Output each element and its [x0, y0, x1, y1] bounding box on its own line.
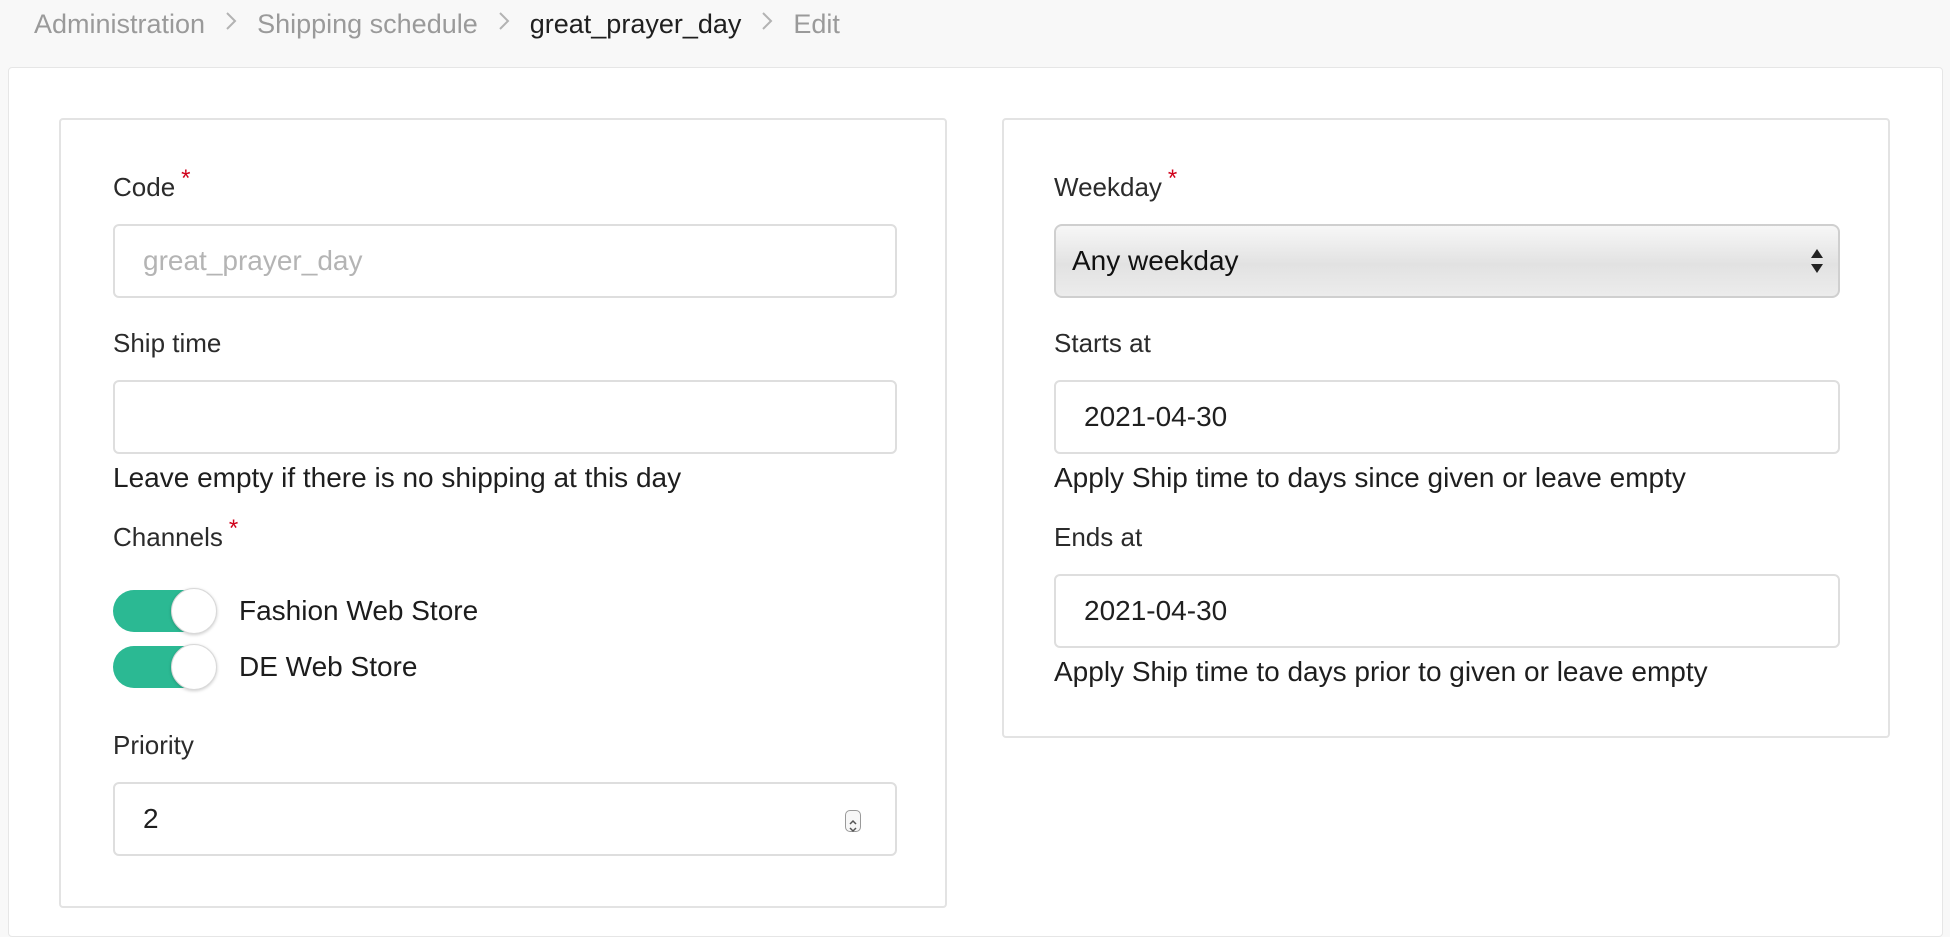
- fashion-web-store-toggle[interactable]: [113, 588, 217, 634]
- de-web-store-toggle[interactable]: [113, 644, 217, 690]
- ends-at-label: Ends at: [1054, 522, 1143, 552]
- channel-label: DE Web Store: [239, 651, 418, 682]
- starts-at-field[interactable]: 2021-04-30: [1054, 380, 1840, 454]
- toggle-knob: [171, 644, 217, 690]
- left-form-panel: Code * great_prayer_day Ship time Leave e…: [59, 118, 947, 908]
- ends-at-field[interactable]: 2021-04-30: [1054, 574, 1840, 648]
- select-arrows-icon: [1810, 246, 1824, 276]
- ship-time-label: Ship time: [113, 328, 222, 358]
- chevron-right-icon: [478, 10, 530, 38]
- right-form-panel: Weekday * Any weekday Starts at 2021-04-3…: [1002, 118, 1890, 738]
- channels-label: Channels *: [113, 515, 239, 552]
- code-field: great_prayer_day: [113, 224, 897, 298]
- channel-toggle-row: Fashion Web Store: [113, 588, 479, 634]
- priority-label: Priority: [113, 730, 194, 760]
- toggle-knob: [171, 588, 217, 634]
- required-mark: *: [1167, 165, 1178, 192]
- starts-at-label: Starts at: [1054, 328, 1151, 358]
- form-container: Code * great_prayer_day Ship time Leave e…: [8, 67, 1943, 937]
- stepper-icon[interactable]: [845, 810, 861, 833]
- starts-at-help: Apply Ship time to days since given or l…: [1054, 462, 1686, 493]
- breadcrumb-edit: Edit: [793, 8, 840, 39]
- chevron-right-icon: [205, 10, 257, 38]
- code-label: Code *: [113, 165, 191, 202]
- ends-at-value: 2021-04-30: [1084, 595, 1228, 626]
- breadcrumb: Administration Shipping schedule great_p…: [34, 0, 840, 48]
- code-value: great_prayer_day: [143, 245, 363, 276]
- required-mark: *: [228, 515, 239, 542]
- weekday-select[interactable]: Any weekday: [1054, 224, 1840, 298]
- weekday-selected-value: Any weekday: [1072, 245, 1239, 276]
- chevron-right-icon: [741, 10, 793, 38]
- breadcrumb-current-item[interactable]: great_prayer_day: [530, 9, 742, 40]
- priority-stepper[interactable]: 2: [113, 782, 897, 856]
- priority-value: 2: [143, 803, 159, 834]
- weekday-label: Weekday *: [1054, 165, 1178, 202]
- ship-time-help: Leave empty if there is no shipping at t…: [113, 462, 682, 493]
- starts-at-value: 2021-04-30: [1084, 401, 1228, 432]
- breadcrumb-shipping-schedule[interactable]: Shipping schedule: [257, 9, 478, 40]
- ship-time-field[interactable]: [113, 380, 897, 454]
- channel-label: Fashion Web Store: [239, 595, 479, 626]
- breadcrumb-administration[interactable]: Administration: [34, 9, 205, 40]
- ends-at-help: Apply Ship time to days prior to given o…: [1054, 656, 1708, 687]
- required-mark: *: [181, 165, 191, 192]
- channel-toggle-row: DE Web Store: [113, 644, 418, 690]
